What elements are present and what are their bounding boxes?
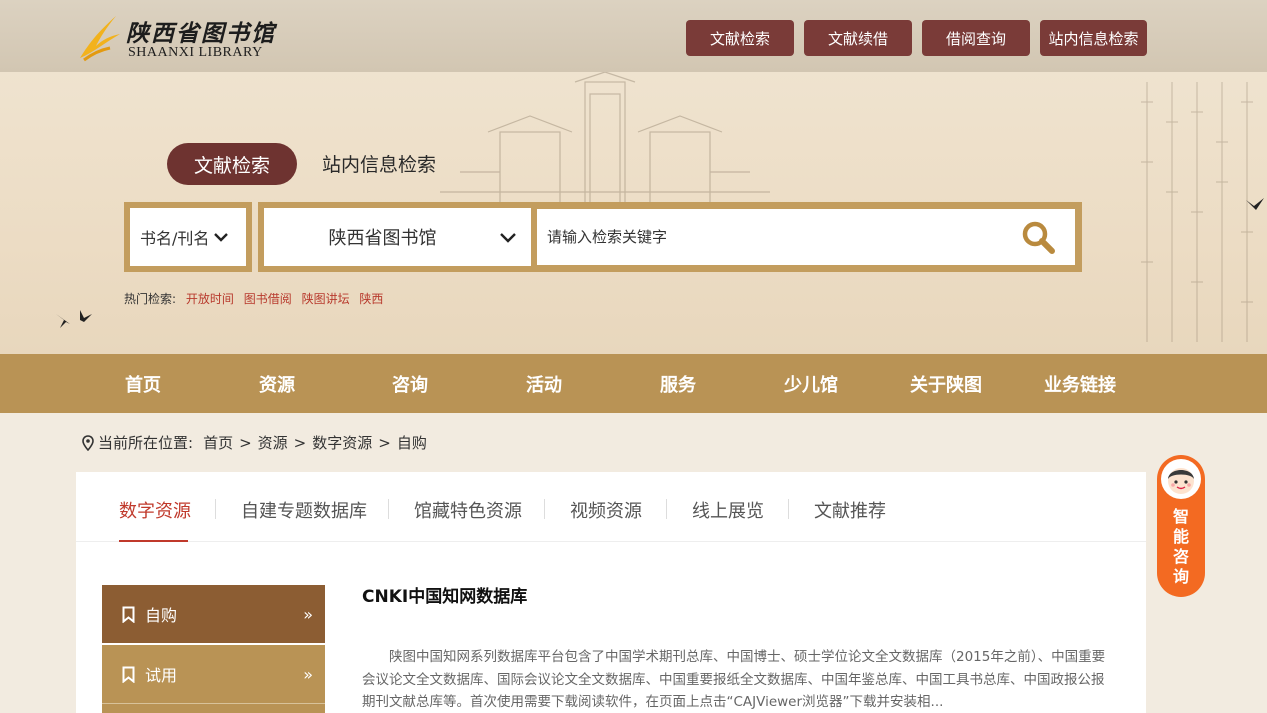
assistant-avatar: [1161, 459, 1201, 499]
hot-search-label: 热门检索:: [124, 292, 177, 306]
nav-item-services[interactable]: 服务: [638, 354, 718, 413]
sidebar-item-partial: [102, 703, 325, 713]
nav-item-resources[interactable]: 资源: [237, 354, 317, 413]
logo[interactable]: 陕西省图书馆 SHAANXI LIBRARY: [76, 10, 286, 66]
resource-tabs: 数字资源 自建专题数据库 馆藏特色资源 视频资源 线上展览 文献推荐: [76, 472, 1146, 542]
breadcrumb-digital-resources[interactable]: 数字资源: [312, 432, 372, 453]
logo-chinese-text: 陕西省图书馆: [126, 20, 276, 47]
library-select-value: 陕西省图书馆: [328, 228, 437, 249]
smart-consult-text: 智能咨询: [1173, 507, 1190, 586]
breadcrumb-current: 自购: [396, 434, 427, 452]
tab-recommendations[interactable]: 文献推荐: [814, 497, 886, 523]
article-title[interactable]: CNKI中国知网数据库: [362, 582, 527, 607]
top-button-site-search[interactable]: 站内信息检索: [1040, 20, 1147, 56]
nav-item-children[interactable]: 少儿馆: [766, 354, 856, 413]
tab-divider: [544, 499, 545, 519]
breadcrumb-separator: >: [293, 433, 307, 452]
content-panel: 数字资源 自建专题数据库 馆藏特色资源 视频资源 线上展览 文献推荐 自购 » …: [76, 472, 1146, 713]
chevron-down-icon: [500, 233, 516, 243]
tab-divider: [666, 499, 667, 519]
logo-english-text: SHAANXI LIBRARY: [128, 45, 263, 60]
breadcrumb-separator: >: [378, 433, 391, 452]
top-button-borrow-query[interactable]: 借阅查询: [922, 20, 1030, 56]
bird-decoration-icon: [1246, 198, 1264, 210]
breadcrumb-resources[interactable]: 资源: [258, 432, 288, 453]
bird-decoration-icon: [56, 310, 92, 328]
article-body: 陕图中国知网系列数据库平台包含了中国学术期刊总库、中国博士、硕士学位论文全文数据…: [362, 649, 1106, 710]
smart-consult-label: 智能咨询: [1157, 507, 1205, 587]
bookmark-icon: [122, 606, 135, 623]
nav-item-links[interactable]: 业务链接: [1030, 354, 1130, 413]
location-pin-icon: [82, 434, 94, 451]
breadcrumb-home[interactable]: 首页: [203, 432, 233, 453]
nav-item-consult[interactable]: 咨询: [370, 354, 450, 413]
search-tab-site[interactable]: 站内信息检索: [322, 150, 436, 177]
main-nav: 首页 资源 咨询 活动 服务 少儿馆 关于陕图 业务链接: [0, 354, 1267, 413]
tab-online-exhibition[interactable]: 线上展览: [692, 497, 764, 523]
assistant-face-icon: [1168, 468, 1194, 494]
hot-link-book-borrowing[interactable]: 图书借阅: [244, 292, 292, 306]
search-field-select[interactable]: 书名/刊名: [124, 202, 252, 272]
library-building-illustration: [440, 72, 770, 212]
tab-special-collections[interactable]: 馆藏特色资源: [414, 497, 522, 523]
tab-divider: [788, 499, 789, 519]
hero-search-area: 文献检索 站内信息检索 书名/刊名 陕西省图书馆 热门检索: 开放时间 图书借阅…: [0, 72, 1267, 354]
hot-link-opening-hours[interactable]: 开放时间: [186, 292, 234, 306]
sidebar-item-label: 自购: [145, 606, 178, 625]
nav-item-home[interactable]: 首页: [103, 354, 183, 413]
nav-item-about[interactable]: 关于陕图: [896, 354, 996, 413]
bookmark-icon: [122, 666, 135, 683]
hot-link-lecture[interactable]: 陕图讲坛: [302, 292, 350, 306]
top-button-renew[interactable]: 文献续借: [804, 20, 912, 56]
top-button-document-search[interactable]: 文献检索: [686, 20, 794, 56]
search-input[interactable]: [547, 228, 1007, 246]
tab-divider: [215, 499, 216, 519]
breadcrumb-label: 当前所在位置:: [98, 434, 194, 452]
double-chevron-right-icon: »: [303, 604, 313, 624]
search-icon[interactable]: [1021, 220, 1055, 254]
top-header: 陕西省图书馆 SHAANXI LIBRARY 文献检索 文献续借 借阅查询 站内…: [0, 0, 1267, 72]
sidebar-item-trial[interactable]: 试用 »: [102, 645, 325, 703]
logo-mark-icon: [80, 16, 120, 62]
tab-video-resources[interactable]: 视频资源: [570, 497, 642, 523]
sidebar-item-label: 试用: [145, 666, 178, 685]
tab-digital-resources[interactable]: 数字资源: [119, 497, 191, 523]
nav-item-activities[interactable]: 活动: [504, 354, 584, 413]
sidebar-item-purchased[interactable]: 自购 »: [102, 585, 325, 643]
hot-search: 热门检索: 开放时间 图书借阅 陕图讲坛 陕西: [124, 290, 383, 307]
tab-divider: [388, 499, 389, 519]
hot-link-shaanxi[interactable]: 陕西: [359, 292, 383, 306]
calligraphy-decoration: [1141, 82, 1253, 342]
breadcrumb: 当前所在位置: 首页 > 资源 > 数字资源 > 自购: [82, 432, 427, 453]
chevron-down-icon: [214, 233, 229, 242]
tab-self-built-database[interactable]: 自建专题数据库: [241, 497, 367, 523]
search-field-select-value: 书名/刊名: [140, 229, 210, 248]
keyword-box: [537, 209, 1075, 265]
library-select[interactable]: 陕西省图书馆: [258, 202, 537, 272]
smart-consult-button[interactable]: 智能咨询: [1157, 455, 1205, 597]
search-tab-document[interactable]: 文献检索: [167, 143, 297, 185]
double-chevron-right-icon: »: [303, 664, 313, 684]
active-tab-underline: [119, 540, 188, 542]
breadcrumb-separator: >: [239, 433, 252, 452]
